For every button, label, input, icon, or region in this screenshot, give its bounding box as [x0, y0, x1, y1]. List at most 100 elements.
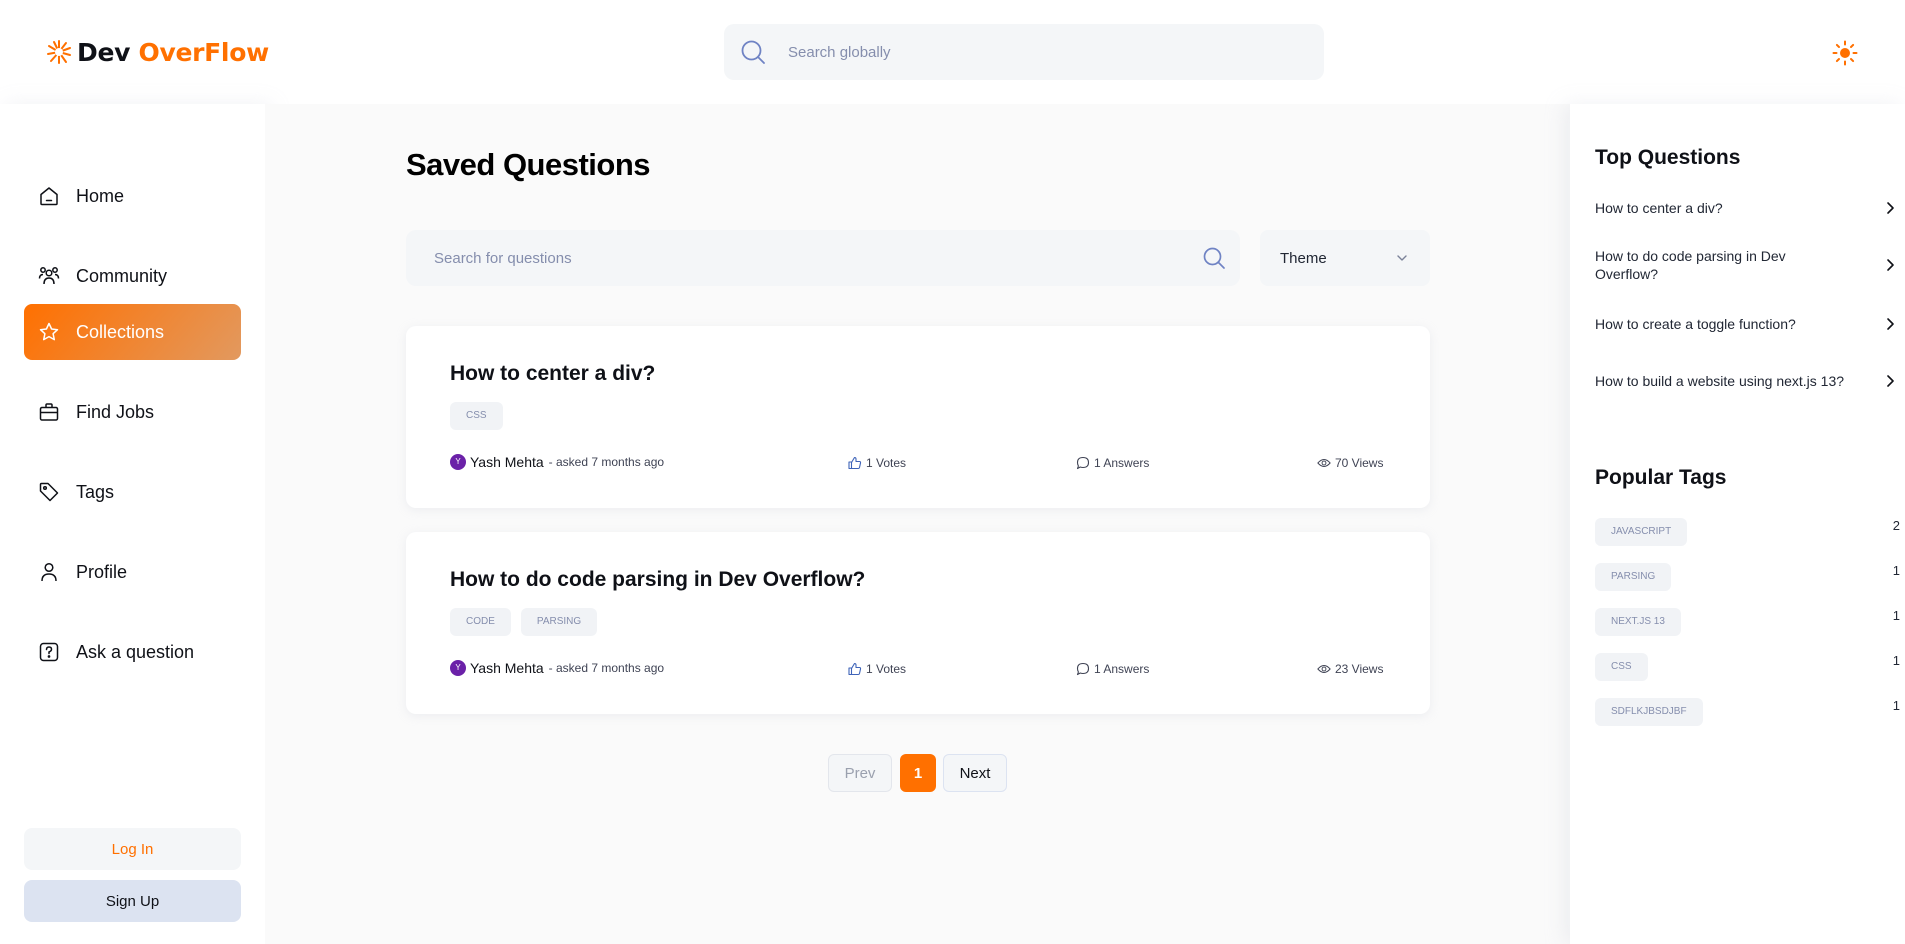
top-question-text: How to center a div? — [1595, 200, 1723, 216]
tag-chip[interactable]: JAVASCRIPT — [1595, 518, 1688, 546]
tag-count: 1 — [1892, 653, 1900, 668]
login-button[interactable]: Log In — [24, 828, 241, 870]
question-card: How to do code parsing in Dev Overflow? … — [406, 532, 1430, 714]
question-card: How to center a div? CSS Y Yash Mehta - … — [406, 326, 1430, 508]
author-name: Yash Mehta — [470, 660, 544, 676]
avatar: Y — [450, 454, 466, 470]
message-icon — [1076, 662, 1090, 676]
top-question-item[interactable]: How to build a website using next.js 13? — [1595, 363, 1895, 399]
sidebar-item-home[interactable]: Home — [24, 168, 241, 224]
top-question-item[interactable]: How to center a div? — [1595, 198, 1895, 218]
question-title[interactable]: How to center a div? — [450, 362, 655, 386]
popular-tag-item[interactable]: NEXT.JS 13 1 — [1595, 608, 1900, 636]
chevron-down-icon — [1397, 255, 1407, 261]
answers-count: 1 Answers — [1094, 662, 1150, 676]
top-question-text: How to do code parsing in Dev Overflow? — [1595, 248, 1786, 282]
tag-chip[interactable]: CSS — [1595, 653, 1648, 681]
current-page-number: 1 — [900, 754, 936, 792]
popular-tag-item[interactable]: JAVASCRIPT 2 — [1595, 518, 1900, 546]
right-sidebar: Top Questions How to center a div? How t… — [1570, 104, 1905, 944]
logo-text-overflow: OverFlow — [138, 37, 270, 67]
question-meta: Y Yash Mehta - asked 7 months ago 1 Vote… — [450, 454, 1386, 474]
sidebar-item-collections[interactable]: Collections — [24, 304, 241, 360]
home-icon — [40, 187, 58, 206]
star-icon — [39, 322, 59, 341]
answers-metric: 1 Answers — [1076, 662, 1149, 676]
views-metric: 23 Views — [1317, 662, 1383, 676]
popular-tag-item[interactable]: SDFLKJBSDJBF 1 — [1595, 698, 1900, 726]
filter-select[interactable]: Theme — [1260, 230, 1430, 286]
sidebar-item-label: Home — [76, 185, 125, 206]
thumbs-up-icon — [848, 456, 862, 470]
logo[interactable]: Dev OverFlow — [46, 36, 269, 68]
asked-time: - asked 7 months ago — [548, 661, 665, 675]
top-questions-heading: Top Questions — [1595, 146, 1741, 169]
top-question-text: How to create a toggle function? — [1595, 316, 1796, 332]
global-search-input[interactable] — [788, 43, 1268, 61]
search-icon — [1203, 247, 1225, 269]
views-metric: 70 Views — [1317, 456, 1383, 470]
question-search-input[interactable] — [434, 249, 1174, 267]
tag-chip[interactable]: SDFLKJBSDJBF — [1595, 698, 1703, 726]
sun-icon[interactable] — [1832, 40, 1858, 66]
users-icon — [38, 267, 60, 285]
user-icon — [41, 562, 57, 582]
briefcase-icon — [39, 403, 59, 421]
question-author[interactable]: Y Yash Mehta - asked 7 months ago — [450, 660, 664, 676]
logo-text-dev: Dev — [77, 37, 131, 67]
signup-button[interactable]: Sign Up — [24, 880, 241, 922]
views-count: 23 Views — [1335, 662, 1384, 676]
sidebar-item-label: Profile — [76, 561, 128, 582]
avatar: Y — [450, 660, 466, 676]
popular-tag-item[interactable]: CSS 1 — [1595, 653, 1900, 681]
tag-chip[interactable]: PARSING — [1595, 563, 1672, 591]
tag-chip[interactable]: NEXT.JS 13 — [1595, 608, 1681, 636]
tag-chip[interactable]: CSS — [450, 402, 503, 430]
question-meta: Y Yash Mehta - asked 7 months ago 1 Vote… — [450, 660, 1386, 680]
votes-count: 1 Votes — [866, 456, 907, 470]
answers-metric: 1 Answers — [1076, 456, 1149, 470]
sidebar-item-community[interactable]: Community — [24, 248, 241, 304]
sidebar-item-label: Tags — [76, 481, 115, 502]
answers-count: 1 Answers — [1094, 456, 1150, 470]
top-question-text: How to build a website using next.js 13? — [1595, 373, 1845, 389]
tag-count: 1 — [1892, 608, 1900, 623]
votes-metric: 1 Votes — [848, 456, 906, 470]
chevron-right-icon — [1887, 259, 1894, 271]
message-icon — [1076, 456, 1090, 470]
tag-chip[interactable]: CODE — [450, 608, 511, 636]
sidebar-item-label: Collections — [76, 321, 165, 342]
popular-tag-item[interactable]: PARSING 1 — [1595, 563, 1900, 591]
question-title[interactable]: How to do code parsing in Dev Overflow? — [450, 568, 865, 592]
chevron-right-icon — [1887, 202, 1894, 214]
sidebar-item-tags[interactable]: Tags — [24, 464, 241, 520]
question-icon — [39, 642, 59, 662]
global-search-bar — [724, 24, 1324, 80]
sidebar-item-profile[interactable]: Profile — [24, 544, 241, 600]
prev-page-button[interactable]: Prev — [828, 754, 892, 792]
tag-count: 2 — [1892, 518, 1900, 533]
tag-chip[interactable]: PARSING — [520, 608, 598, 636]
sidebar-item-find-jobs[interactable]: Find Jobs — [24, 384, 241, 440]
tag-count: 1 — [1892, 563, 1900, 578]
thumbs-up-icon — [848, 662, 862, 676]
votes-count: 1 Votes — [866, 662, 907, 676]
author-name: Yash Mehta — [470, 454, 544, 470]
search-icon — [741, 40, 765, 64]
page-title: Saved Questions — [406, 147, 651, 182]
top-question-item[interactable]: How to do code parsing in Dev Overflow? — [1595, 247, 1895, 283]
sidebar-item-label: Community — [76, 265, 168, 286]
sidebar-item-ask-question[interactable]: Ask a question — [24, 624, 241, 680]
question-tags: CODE PARSING — [450, 608, 598, 636]
logo-sunburst-icon — [47, 40, 71, 64]
eye-icon — [1317, 459, 1331, 467]
popular-tags-heading: Popular Tags — [1595, 466, 1727, 489]
question-author[interactable]: Y Yash Mehta - asked 7 months ago — [450, 454, 664, 470]
main-content: Saved Questions Theme How to center a di… — [265, 104, 1570, 944]
next-page-button[interactable]: Next — [943, 754, 1007, 792]
filter-select-value: Theme — [1280, 249, 1327, 267]
asked-time: - asked 7 months ago — [548, 455, 665, 469]
top-question-item[interactable]: How to create a toggle function? — [1595, 314, 1895, 334]
logo-text: Dev OverFlow — [77, 38, 269, 67]
top-navbar: Dev OverFlow — [0, 0, 1905, 104]
